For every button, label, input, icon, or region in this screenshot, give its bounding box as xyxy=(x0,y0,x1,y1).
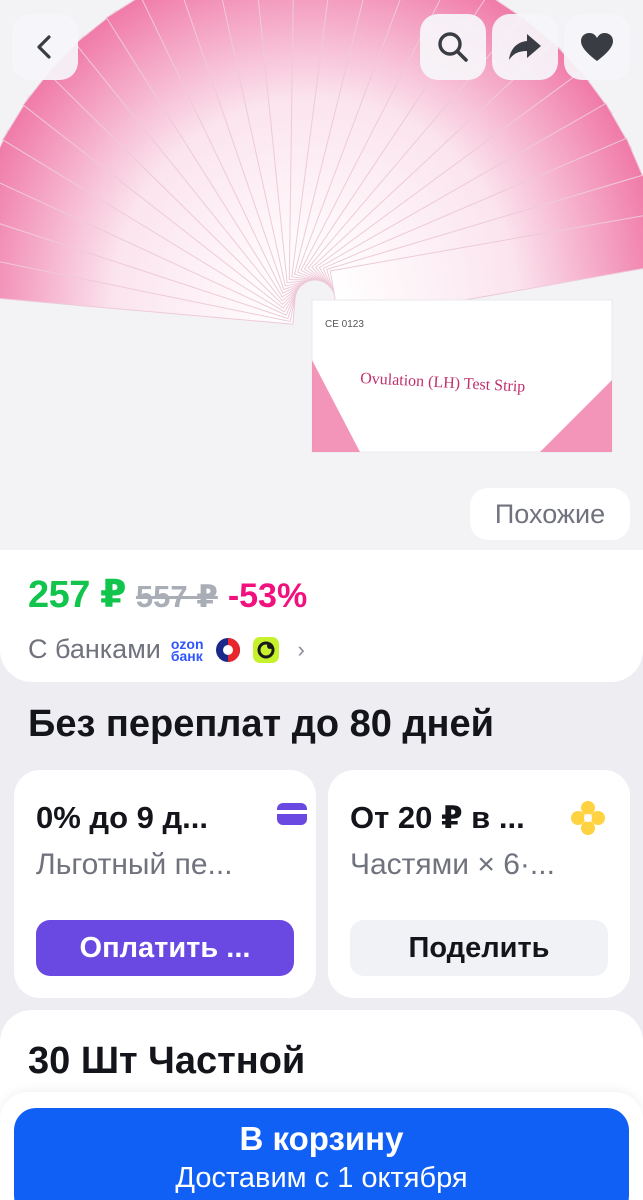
share-button[interactable] xyxy=(492,14,558,80)
add-to-cart-label: В корзину xyxy=(239,1120,404,1157)
installments-title: Без переплат до 80 дней xyxy=(28,703,495,745)
bank-logo-icon xyxy=(252,636,279,663)
front-test-strip: CE 0123 Ovulation (LH) Test Strip xyxy=(311,299,613,453)
offer-heading: От 20 ₽ в ... xyxy=(350,800,525,835)
offer-subtitle: Льготный пе... xyxy=(36,848,233,881)
bank-offers-link[interactable]: С банками ozon банк › xyxy=(28,634,305,665)
bank-logo-icon xyxy=(215,637,240,662)
offer-heading: 0% до 9 д... xyxy=(36,800,209,835)
similar-products-button[interactable]: Похожие xyxy=(470,488,630,540)
card-icon xyxy=(277,803,307,825)
ozon-bank-logo: ozon банк xyxy=(170,635,204,664)
share-icon xyxy=(509,34,541,60)
discount-badge: -53% xyxy=(227,577,308,615)
search-icon xyxy=(438,32,468,62)
current-price: 257 ₽ xyxy=(28,574,126,616)
chevron-right-icon: › xyxy=(297,636,305,662)
ce-mark: CE 0123 xyxy=(325,319,364,330)
price-row: 257 ₽ 557 ₽ -53% xyxy=(28,572,307,617)
back-button[interactable] xyxy=(12,14,78,80)
price-card: 257 ₽ 557 ₽ -53% С банками ozon банк › xyxy=(0,550,643,682)
split-button[interactable]: Поделить xyxy=(350,920,608,976)
old-price: 557 ₽ xyxy=(135,579,218,614)
chevron-left-icon xyxy=(37,35,51,59)
offer-subtitle: Частями × 6·... xyxy=(350,848,555,881)
search-button[interactable] xyxy=(420,14,486,80)
favorite-button[interactable] xyxy=(564,14,630,80)
heart-icon xyxy=(581,33,613,61)
bottom-cart-bar: В корзину Доставим с 1 октября xyxy=(0,1092,643,1200)
pay-button[interactable]: Оплатить ... xyxy=(36,920,294,976)
flower-icon xyxy=(571,801,605,835)
banks-label: С банками xyxy=(28,634,161,664)
split-payment-offer[interactable]: От 20 ₽ в ... Частями × 6·... Поделить xyxy=(328,770,630,998)
card-payment-offer[interactable]: 0% до 9 д... Льготный пе... Оплатить ... xyxy=(14,770,316,998)
add-to-cart-button[interactable]: В корзину Доставим с 1 октября xyxy=(14,1108,629,1200)
delivery-date: Доставим с 1 октября xyxy=(175,1162,468,1194)
product-title: 30 Шт Частной xyxy=(28,1040,306,1082)
product-image-gallery[interactable]: CE 0123 Ovulation (LH) Test Strip Похожи… xyxy=(0,0,643,552)
